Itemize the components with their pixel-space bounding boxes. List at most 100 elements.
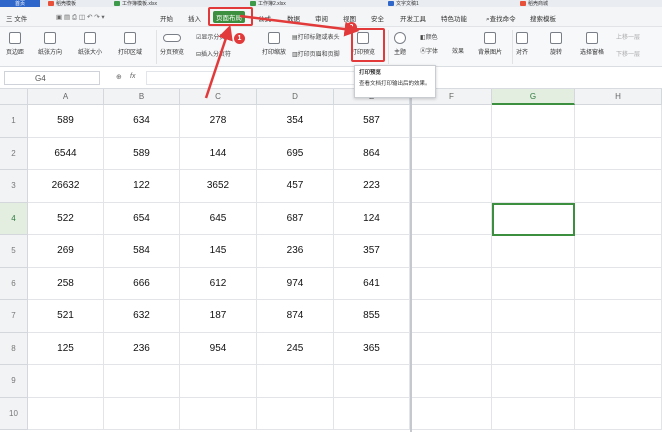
background-button[interactable]: 背景图片 <box>478 32 502 56</box>
tab-docer[interactable]: 稻壳模板 <box>48 0 76 7</box>
row-header[interactable]: 2 <box>0 137 28 170</box>
table-cell[interactable]: 457 <box>257 170 334 203</box>
table-cell[interactable] <box>412 137 492 170</box>
menu-security[interactable]: 安全 <box>371 13 384 23</box>
table-cell[interactable]: 122 <box>104 170 180 203</box>
column-header-a[interactable]: A <box>28 89 104 105</box>
table-cell[interactable]: 522 <box>28 202 104 235</box>
table-cell[interactable] <box>492 170 575 203</box>
magnify-icon[interactable]: ⊕ <box>116 73 122 81</box>
menu-start[interactable]: 开始 <box>160 13 173 23</box>
table-cell[interactable] <box>334 397 410 430</box>
table-cell[interactable]: 124 <box>334 202 410 235</box>
table-cell[interactable] <box>257 397 334 430</box>
align-button[interactable]: 对齐 <box>516 32 528 56</box>
column-header-g[interactable]: G <box>492 89 575 105</box>
table-cell[interactable] <box>492 105 575 138</box>
table-cell[interactable]: 634 <box>104 105 180 138</box>
row-header[interactable]: 4 <box>0 202 28 235</box>
column-header-b[interactable]: B <box>104 89 180 105</box>
table-cell[interactable]: 641 <box>334 267 410 300</box>
rotate-button[interactable]: 旋转 <box>550 32 562 56</box>
table-cell[interactable]: 357 <box>334 235 410 268</box>
table-cell[interactable]: 236 <box>104 332 180 365</box>
column-header-c[interactable]: C <box>180 89 257 105</box>
print-titles-button[interactable]: ▤打印标题或表头 <box>292 32 340 41</box>
row-header[interactable]: 1 <box>0 105 28 138</box>
menu-formula[interactable]: 公式 <box>258 13 271 23</box>
tab-workbook2[interactable]: 工作簿2.xlsx <box>250 0 286 7</box>
table-cell[interactable]: 589 <box>104 137 180 170</box>
table-cell[interactable] <box>492 300 575 333</box>
table-cell[interactable] <box>492 267 575 300</box>
table-cell[interactable] <box>334 365 410 398</box>
table-cell[interactable]: 695 <box>257 137 334 170</box>
orientation-button[interactable]: 纸张方向 <box>38 32 62 56</box>
name-box[interactable]: G4 <box>4 71 100 85</box>
table-cell[interactable]: 654 <box>104 202 180 235</box>
table-cell[interactable]: 584 <box>104 235 180 268</box>
table-cell[interactable]: 236 <box>257 235 334 268</box>
table-cell[interactable] <box>412 397 492 430</box>
colors-button[interactable]: ◧颜色 <box>420 32 438 41</box>
table-cell[interactable] <box>28 397 104 430</box>
row-header[interactable]: 10 <box>0 397 28 430</box>
table-cell[interactable] <box>412 235 492 268</box>
table-cell[interactable] <box>257 365 334 398</box>
table-cell[interactable] <box>412 267 492 300</box>
page-break-preview-button[interactable]: 分页预览 <box>160 32 184 56</box>
table-cell[interactable] <box>492 397 575 430</box>
table-cell[interactable] <box>575 332 662 365</box>
table-cell[interactable]: 269 <box>28 235 104 268</box>
table-cell[interactable] <box>575 105 662 138</box>
table-cell[interactable]: 278 <box>180 105 257 138</box>
table-cell[interactable] <box>575 300 662 333</box>
fonts-button[interactable]: Ⓐ字体 <box>420 46 438 55</box>
print-scale-button[interactable]: 打印缩放 <box>262 32 286 56</box>
table-cell[interactable] <box>412 202 492 235</box>
select-all-corner[interactable] <box>0 89 28 105</box>
table-cell[interactable]: 365 <box>334 332 410 365</box>
header-footer-button[interactable]: ▥打印页眉和页脚 <box>292 49 340 58</box>
selection-pane-button[interactable]: 选择窗格 <box>580 32 604 56</box>
quick-access-icons[interactable]: ▣ ▤ ⎙ ◫ ↶ ↷ ▾ <box>56 13 105 22</box>
table-cell[interactable] <box>180 365 257 398</box>
row-header[interactable]: 6 <box>0 267 28 300</box>
menu-data[interactable]: 数据 <box>287 13 300 23</box>
table-cell[interactable]: 26632 <box>28 170 104 203</box>
table-cell[interactable]: 864 <box>334 137 410 170</box>
effects-button[interactable]: 效果 <box>452 46 464 55</box>
fx-icon[interactable]: fx <box>130 73 135 80</box>
column-header-h[interactable]: H <box>575 89 662 105</box>
table-cell[interactable] <box>575 137 662 170</box>
search-template[interactable]: 搜索模板 <box>530 13 556 23</box>
file-menu[interactable]: 三 文件 <box>6 13 27 23</box>
table-cell[interactable] <box>104 397 180 430</box>
formula-input[interactable] <box>146 71 356 85</box>
tab-docer-mall[interactable]: 稻壳商城 <box>520 0 548 7</box>
table-cell[interactable]: 145 <box>180 235 257 268</box>
table-cell[interactable]: 187 <box>180 300 257 333</box>
table-cell[interactable] <box>575 365 662 398</box>
table-cell[interactable] <box>412 365 492 398</box>
column-header-d[interactable]: D <box>257 89 334 105</box>
table-cell[interactable]: 3652 <box>180 170 257 203</box>
row-header[interactable]: 5 <box>0 235 28 268</box>
table-cell[interactable]: 666 <box>104 267 180 300</box>
show-breaks-checkbox[interactable]: ☑显示分页符 <box>196 32 231 41</box>
table-cell[interactable]: 612 <box>180 267 257 300</box>
menu-insert[interactable]: 插入 <box>188 13 201 23</box>
table-cell[interactable]: 687 <box>257 202 334 235</box>
table-cell[interactable] <box>28 365 104 398</box>
table-cell[interactable]: 125 <box>28 332 104 365</box>
paper-size-button[interactable]: 纸张大小 <box>78 32 102 56</box>
table-cell[interactable]: 245 <box>257 332 334 365</box>
table-cell[interactable]: 589 <box>28 105 104 138</box>
menu-review[interactable]: 审阅 <box>315 13 328 23</box>
table-cell[interactable] <box>412 300 492 333</box>
home-tab[interactable]: 首页 <box>0 0 40 7</box>
table-cell[interactable] <box>575 235 662 268</box>
table-cell[interactable]: 354 <box>257 105 334 138</box>
table-cell[interactable] <box>180 397 257 430</box>
row-header[interactable]: 8 <box>0 332 28 365</box>
